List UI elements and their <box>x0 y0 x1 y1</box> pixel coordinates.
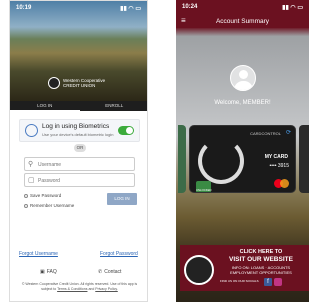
faq-icon: ▣ <box>40 269 45 275</box>
password-input[interactable] <box>38 176 132 185</box>
username-field[interactable]: ⚲ <box>24 157 135 171</box>
login-tabs: LOG IN ENROLL <box>10 101 148 111</box>
card-peek-right[interactable] <box>299 125 309 193</box>
status-icons-2: ▮▮ ◠ ▭ <box>282 4 303 11</box>
banner-line4: EMPLOYMENT OPPORTUNITIES <box>230 270 292 275</box>
forgot-password-link[interactable]: Forgot Password <box>100 251 138 257</box>
remember-username-option[interactable]: Remember Username <box>24 203 74 208</box>
bear-logo-icon <box>198 138 244 184</box>
card-label: MY CARD <box>264 154 288 160</box>
instagram-icon[interactable] <box>274 278 282 286</box>
brand-logo: Western Cooperative CREDIT UNION <box>48 77 105 89</box>
logo-icon <box>48 77 60 89</box>
status-time-2: 10:24 <box>182 4 198 10</box>
debit-card[interactable]: CARDCONTROL ⟳ MY CARD •••• 3915 UNLOCKED <box>189 125 296 193</box>
tab-enroll[interactable]: ENROLL <box>80 101 148 111</box>
biometrics-subtitle: Use your device's default biometric logi… <box>42 132 114 137</box>
toggle-knob <box>126 127 133 134</box>
refresh-icon[interactable]: ⟳ <box>286 129 291 136</box>
website-banner[interactable]: CLICK HERE TO VISIT OUR WEBSITE INFO ON:… <box>180 245 309 291</box>
social-links: f <box>264 278 282 286</box>
status-icons: ▮▮ ◠ ▭ <box>120 5 141 12</box>
card-peek-left[interactable] <box>178 125 186 193</box>
brand-subtitle: CREDIT UNION <box>63 83 96 88</box>
faq-label: FAQ <box>46 269 57 275</box>
card-brand: CARDCONTROL <box>250 131 281 136</box>
footer-and: and <box>88 286 95 291</box>
save-password-option[interactable]: Save Password <box>24 193 61 198</box>
unlock-button[interactable]: UNLOCKED <box>196 181 212 192</box>
privacy-link[interactable]: Privacy Policy. <box>95 287 118 291</box>
banner-line2: VISIT OUR WEBSITE <box>229 256 293 263</box>
tab-log-in[interactable]: LOG IN <box>10 101 80 111</box>
menu-icon[interactable]: ≡ <box>181 16 186 25</box>
save-password-radio[interactable] <box>24 193 28 198</box>
account-summary-screen: 10:24 ▮▮ ◠ ▭ ≡ Account Summary Welcome, … <box>176 0 309 302</box>
avatar-body <box>234 81 253 90</box>
unlocked-label: UNLOCKED <box>196 188 212 192</box>
status-bar: 10:19 ▮▮ ◠ ▭ <box>10 1 147 15</box>
avatar <box>230 65 256 91</box>
faq-button[interactable]: ▣ FAQ <box>40 269 57 275</box>
app-header: ≡ Account Summary <box>176 14 309 28</box>
save-password-label: Save Password <box>30 193 62 198</box>
card-last4: 3915 <box>277 163 289 169</box>
username-input[interactable] <box>38 160 132 169</box>
mastercard-icon <box>274 179 289 188</box>
card-number: •••• 3915 <box>269 163 289 169</box>
banner-social-text: FIND US ON OUR SOCIALS <box>220 279 259 283</box>
contact-label: Contact <box>104 269 122 275</box>
phone-icon: ✆ <box>98 269 103 275</box>
welcome-message: Welcome, MEMBER! <box>214 100 271 106</box>
fingerprint-icon <box>25 124 38 137</box>
remember-username-radio[interactable] <box>24 203 28 208</box>
login-button[interactable]: LOG IN <box>107 193 137 205</box>
login-screen: 10:19 ▮▮ ◠ ▭ Western Cooperative CREDIT … <box>9 0 148 302</box>
terms-link[interactable]: Terms & Conditions <box>57 287 87 291</box>
bear-badge-icon <box>184 255 214 285</box>
card-mask: •••• <box>269 163 277 169</box>
or-divider: OR <box>74 144 86 152</box>
footer-legal: © Western Cooperative Credit Union. All … <box>16 282 143 291</box>
remember-username-label: Remember Username <box>30 203 75 208</box>
avatar-head <box>239 70 248 79</box>
contact-button[interactable]: ✆ Contact <box>98 269 121 275</box>
status-bar-2: 10:24 ▮▮ ◠ ▭ <box>176 0 309 14</box>
password-field[interactable]: ▢ <box>24 173 135 187</box>
user-icon: ⚲ <box>28 161 34 168</box>
page-title: Account Summary <box>215 17 270 25</box>
lock-icon: ▢ <box>28 177 35 184</box>
facebook-icon[interactable]: f <box>264 278 272 286</box>
biometrics-title: Log in using Biometrics <box>42 123 110 130</box>
forgot-username-link[interactable]: Forgot Username <box>19 251 58 257</box>
biometrics-toggle[interactable] <box>118 126 134 135</box>
biometrics-card: Log in using Biometrics Use your device'… <box>19 119 140 142</box>
status-time: 10:19 <box>16 5 32 11</box>
banner-line1: CLICK HERE TO <box>239 249 283 255</box>
